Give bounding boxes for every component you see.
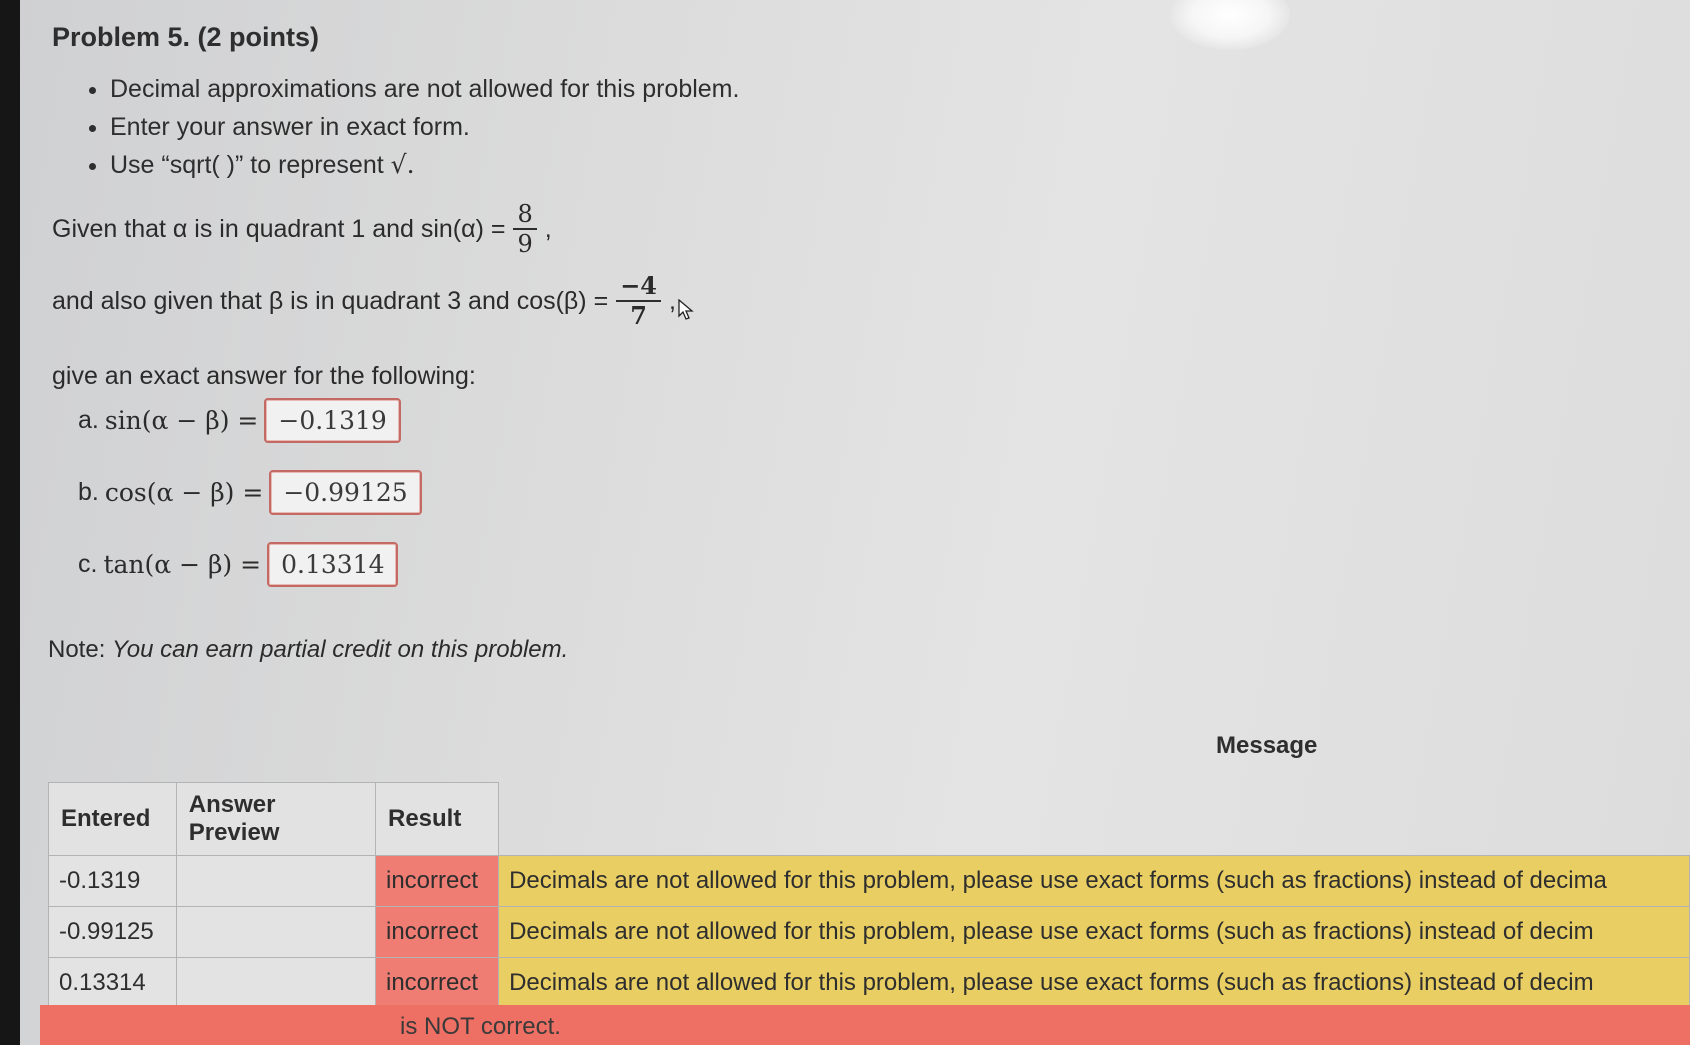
- column-header-message-spacer: [498, 782, 1690, 856]
- message-header: Message: [1216, 732, 1318, 759]
- table-header-row: Entered Answer Preview Result: [48, 782, 1690, 856]
- entered-cell: -0.1319: [48, 855, 177, 907]
- comma: ,: [544, 214, 552, 243]
- alpha-fraction: 8 9: [513, 200, 537, 258]
- status-banner-text: is NOT correct.: [400, 1013, 561, 1040]
- question-b: b. cos(α − β) = −0.99125: [78, 470, 422, 515]
- entered-cell: 0.13314: [48, 957, 177, 1009]
- give-instruction: give an exact answer for the following:: [52, 362, 476, 390]
- entered-cell: -0.99125: [48, 906, 177, 958]
- note-text: You can earn partial credit on this prob…: [112, 636, 569, 663]
- results-table: Entered Answer Preview Result -0.1319 in…: [48, 782, 1690, 1009]
- instruction-text: Use “sqrt( )” to represent: [110, 151, 384, 179]
- question-expression: tan(α − β) =: [103, 550, 262, 579]
- question-label: a.: [78, 406, 99, 434]
- alpha-numerator: 8: [513, 200, 537, 230]
- result-cell: incorrect: [374, 957, 500, 1009]
- screen-edge: [0, 0, 20, 1045]
- answer-input-a[interactable]: −0.1319: [264, 398, 401, 443]
- given-beta: and also given that β is in quadrant 3 a…: [52, 272, 694, 330]
- answer-input-b[interactable]: −0.99125: [269, 470, 422, 515]
- beta-numerator: −4: [616, 272, 661, 302]
- comma: ,: [669, 286, 676, 315]
- note-label: Note:: [48, 636, 106, 663]
- column-header-result: Result: [374, 782, 500, 856]
- table-row: -0.99125 incorrect Decimals are not allo…: [48, 906, 1690, 958]
- result-cell: incorrect: [374, 855, 500, 907]
- answer-input-c[interactable]: 0.13314: [267, 542, 399, 587]
- table-row: 0.13314 incorrect Decimals are not allow…: [48, 957, 1690, 1009]
- question-label: c.: [78, 550, 98, 578]
- result-cell: incorrect: [374, 906, 500, 958]
- problem-title: Problem 5. (2 points): [52, 22, 320, 52]
- preview-cell: [175, 906, 376, 958]
- results-table-container: Message Entered Answer Preview Result -0…: [48, 732, 1690, 1009]
- table-row: -0.1319 incorrect Decimals are not allow…: [48, 855, 1690, 907]
- given-beta-text: and also given that β is in quadrant 3 a…: [52, 286, 609, 315]
- preview-cell: [175, 855, 376, 907]
- sqrt-icon: √.: [390, 150, 415, 179]
- beta-fraction: −4 7: [616, 272, 661, 330]
- beta-denominator: 7: [630, 301, 647, 330]
- message-cell: Decimals are not allowed for this proble…: [498, 855, 1690, 907]
- column-header-preview: Answer Preview: [175, 782, 376, 856]
- status-banner: [40, 1005, 1690, 1045]
- question-label: b.: [78, 478, 99, 506]
- instruction-item: Use “sqrt( )” to represent √.: [110, 146, 739, 184]
- mouse-cursor-icon: [678, 298, 694, 327]
- given-alpha-text: Given that α is in quadrant 1 and sin(α)…: [52, 214, 506, 243]
- question-a: a. sin(α − β) = −0.1319: [78, 398, 401, 443]
- instruction-item: Decimal approximations are not allowed f…: [110, 70, 739, 108]
- message-cell: Decimals are not allowed for this proble…: [498, 957, 1690, 1009]
- given-alpha: Given that α is in quadrant 1 and sin(α)…: [52, 200, 552, 258]
- question-expression: cos(α − β) =: [104, 478, 264, 507]
- question-c: c. tan(α − β) = 0.13314: [78, 542, 399, 587]
- partial-credit-note: Note: You can earn partial credit on thi…: [48, 636, 568, 664]
- column-header-entered: Entered: [48, 782, 177, 856]
- instruction-item: Enter your answer in exact form.: [110, 108, 739, 146]
- screen-glare: [1170, 0, 1290, 50]
- instruction-list: Decimal approximations are not allowed f…: [78, 70, 739, 184]
- preview-cell: [175, 957, 376, 1009]
- alpha-denominator: 9: [517, 230, 533, 258]
- message-cell: Decimals are not allowed for this proble…: [498, 906, 1690, 958]
- question-expression: sin(α − β) =: [104, 406, 259, 435]
